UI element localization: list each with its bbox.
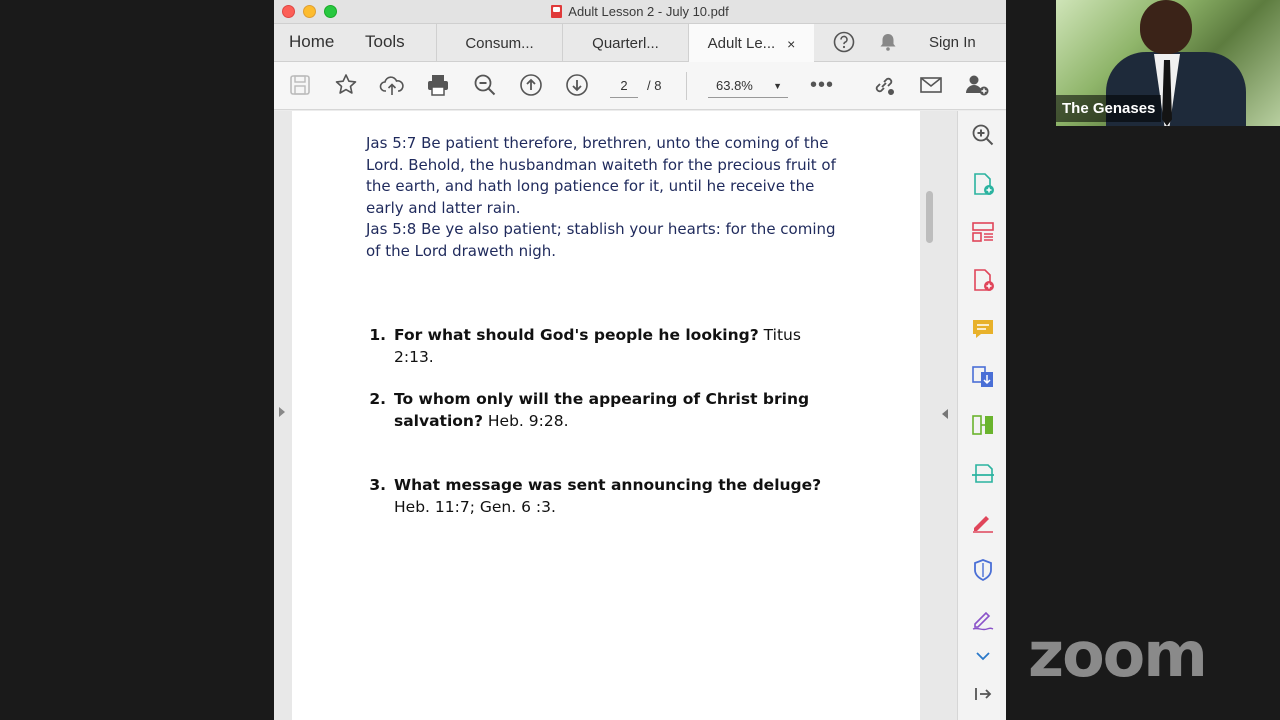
window-title: Adult Lesson 2 - July 10.pdf bbox=[274, 4, 1006, 19]
cloud-upload-icon[interactable] bbox=[379, 72, 405, 98]
combine-files-icon[interactable] bbox=[970, 364, 996, 390]
acrobat-window: Adult Lesson 2 - July 10.pdf Home Tools … bbox=[274, 0, 1006, 720]
zoom-level-select[interactable]: 63.8% ▼ bbox=[708, 74, 788, 98]
tab-label: Adult Le... bbox=[707, 35, 776, 52]
vertical-scrollbar[interactable] bbox=[926, 191, 933, 243]
toolbar-divider bbox=[686, 72, 687, 100]
tab-label: Quarterl... bbox=[592, 34, 659, 52]
scripture-verse: Jas 5:8 Be ye also patient; stablish you… bbox=[366, 220, 836, 260]
protect-shield-icon[interactable] bbox=[970, 557, 996, 583]
participant-head bbox=[1140, 0, 1192, 54]
question-number: 2. bbox=[369, 390, 386, 408]
participant-name: The Genases bbox=[1056, 95, 1162, 122]
question-body: For what should God's people he looking?… bbox=[394, 325, 836, 368]
question-body: To whom only will the appearing of Chris… bbox=[394, 389, 836, 432]
question-item: 2. To whom only will the appearing of Ch… bbox=[366, 389, 836, 432]
zoom-out-icon[interactable] bbox=[472, 72, 498, 98]
organize-pages-icon[interactable] bbox=[970, 219, 996, 245]
notifications-bell-icon[interactable] bbox=[877, 31, 899, 53]
question-body: What message was sent announcing the del… bbox=[394, 475, 836, 518]
compare-files-icon[interactable] bbox=[970, 412, 996, 438]
page-number-input[interactable]: 2 bbox=[610, 74, 638, 98]
search-zoom-icon[interactable] bbox=[970, 122, 996, 148]
add-person-icon[interactable] bbox=[964, 72, 990, 98]
zoom-logo: zoom bbox=[1028, 618, 1208, 691]
collapse-pane-icon[interactable] bbox=[970, 681, 996, 707]
question-number: 1. bbox=[369, 326, 386, 344]
edit-pdf-icon[interactable] bbox=[970, 605, 996, 631]
pdf-page: Jas 5:7 Be patient therefore, brethren, … bbox=[292, 111, 920, 720]
share-link-icon[interactable] bbox=[871, 72, 897, 98]
page-total: / 8 bbox=[647, 78, 662, 93]
zoom-level-value: 63.8% bbox=[716, 78, 753, 93]
sign-in-link[interactable]: Sign In bbox=[929, 34, 976, 51]
email-icon[interactable] bbox=[918, 72, 944, 98]
question-item: 3. What message was sent announcing the … bbox=[366, 475, 836, 518]
chevron-down-icon: ▼ bbox=[773, 81, 782, 91]
scan-ocr-icon[interactable] bbox=[970, 460, 996, 486]
title-bar: Adult Lesson 2 - July 10.pdf bbox=[274, 0, 1006, 24]
tab-bar: Home Tools Consum... Quarterl... Adult L… bbox=[274, 24, 1006, 63]
tools-pane bbox=[957, 111, 1006, 720]
tab-close-button[interactable]: × bbox=[787, 36, 795, 52]
document-view[interactable]: Jas 5:7 Be patient therefore, brethren, … bbox=[274, 111, 957, 720]
tab-label: Consum... bbox=[465, 34, 534, 52]
question-text: To whom only will the appearing of Chris… bbox=[394, 390, 810, 430]
create-pdf-icon[interactable] bbox=[970, 171, 996, 197]
previous-page-icon[interactable] bbox=[518, 72, 544, 98]
help-icon[interactable] bbox=[833, 31, 855, 53]
question-text: For what should God's people he looking? bbox=[394, 326, 759, 344]
tools-link[interactable]: Tools bbox=[365, 32, 405, 52]
question-reference: Heb. 9:28. bbox=[482, 411, 569, 430]
home-link[interactable]: Home bbox=[289, 32, 334, 52]
bookmark-star-icon[interactable] bbox=[333, 72, 359, 98]
comment-icon[interactable] bbox=[970, 316, 996, 342]
question-number: 3. bbox=[369, 476, 386, 494]
screen: Adult Lesson 2 - July 10.pdf Home Tools … bbox=[0, 0, 1280, 720]
collapse-right-panel-icon[interactable] bbox=[942, 409, 948, 419]
next-page-icon[interactable] bbox=[564, 72, 590, 98]
pdf-file-icon bbox=[551, 5, 563, 18]
toolbar: 2 / 8 63.8% ▼ ••• bbox=[274, 62, 1006, 110]
scripture-passage: Jas 5:7 Be patient therefore, brethren, … bbox=[366, 133, 846, 262]
export-pdf-icon[interactable] bbox=[970, 267, 996, 293]
expand-left-panel-icon[interactable] bbox=[279, 407, 285, 417]
question-item: 1. For what should God's people he looki… bbox=[366, 325, 836, 368]
print-icon[interactable] bbox=[425, 72, 451, 98]
tab-consumer[interactable]: Consum... bbox=[436, 24, 562, 62]
save-icon[interactable] bbox=[287, 72, 313, 98]
scripture-verse: Jas 5:7 Be patient therefore, brethren, … bbox=[366, 134, 836, 217]
fill-sign-icon[interactable] bbox=[970, 508, 996, 534]
question-reference: Heb. 11:7; Gen. 6 :3. bbox=[394, 497, 556, 516]
tab-adult-lesson[interactable]: Adult Le... × bbox=[688, 24, 814, 63]
tab-quarterly[interactable]: Quarterl... bbox=[562, 24, 688, 62]
more-tools-button[interactable]: ••• bbox=[810, 74, 834, 97]
question-text: What message was sent announcing the del… bbox=[394, 476, 822, 494]
participant-video: The Genases bbox=[1056, 0, 1280, 126]
window-title-text: Adult Lesson 2 - July 10.pdf bbox=[568, 4, 729, 19]
chevron-down-icon[interactable] bbox=[970, 643, 996, 669]
